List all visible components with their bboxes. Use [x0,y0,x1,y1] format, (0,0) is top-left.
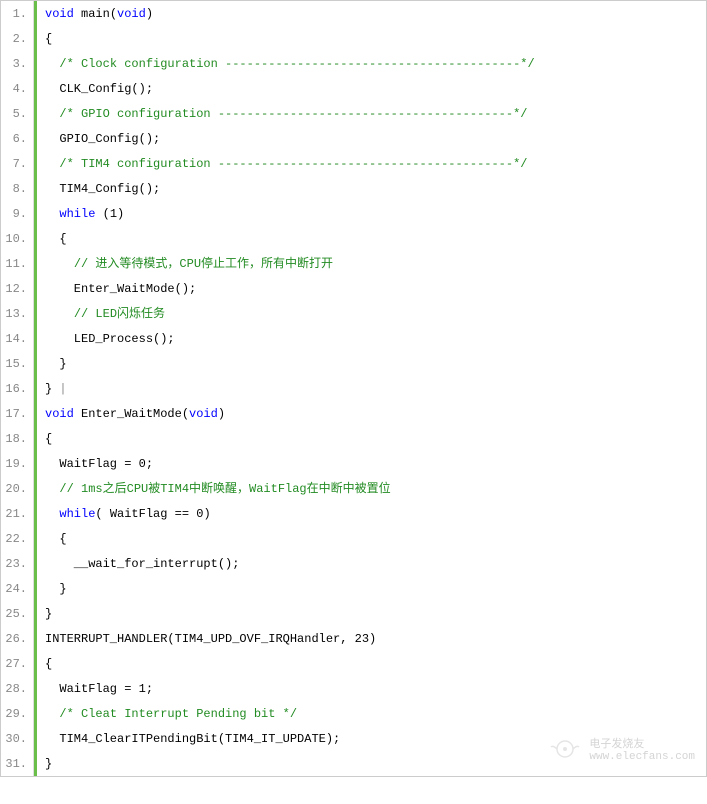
code-line: } [34,351,706,376]
code-line: } [34,576,706,601]
line-number: 12. [1,276,33,301]
code-line: TIM4_Config(); [34,176,706,201]
line-number: 3. [1,51,33,76]
line-number: 2. [1,26,33,51]
code-content: void main(void){ /* Clock configuration … [34,1,706,776]
code-line: while (1) [34,201,706,226]
line-number: 23. [1,551,33,576]
code-line: while( WaitFlag == 0) [34,501,706,526]
code-line: LED_Process(); [34,326,706,351]
line-number: 9. [1,201,33,226]
code-line: } [34,601,706,626]
line-number: 10. [1,226,33,251]
code-line: /* TIM4 configuration ------------------… [34,151,706,176]
line-number: 15. [1,351,33,376]
line-number: 17. [1,401,33,426]
line-number: 28. [1,676,33,701]
watermark-url: www.elecfans.com [589,751,695,763]
code-line: /* Clock configuration -----------------… [34,51,706,76]
watermark: 电子发烧友 www.elecfans.com [549,735,695,763]
line-number: 13. [1,301,33,326]
line-number: 5. [1,101,33,126]
line-number: 30. [1,726,33,751]
line-number: 6. [1,126,33,151]
line-number: 8. [1,176,33,201]
code-line: CLK_Config(); [34,76,706,101]
code-line: // 进入等待模式，CPU停止工作，所有中断打开 [34,251,706,276]
code-line: INTERRUPT_HANDLER(TIM4_UPD_OVF_IRQHandle… [34,626,706,651]
code-line: // 1ms之后CPU被TIM4中断唤醒，WaitFlag在中断中被置位 [34,476,706,501]
line-number: 29. [1,701,33,726]
code-line: void Enter_WaitMode(void) [34,401,706,426]
line-numbers-gutter: 1.2.3.4.5.6.7.8.9.10.11.12.13.14.15.16.1… [1,1,34,776]
code-line: WaitFlag = 1; [34,676,706,701]
line-number: 14. [1,326,33,351]
code-line: // LED闪烁任务 [34,301,706,326]
watermark-brand: 电子发烧友 [589,735,695,751]
code-line: { [34,651,706,676]
line-number: 1. [1,1,33,26]
logo-icon [549,737,581,761]
code-line: void main(void) [34,1,706,26]
code-block-wrapper: 1.2.3.4.5.6.7.8.9.10.11.12.13.14.15.16.1… [0,0,707,777]
line-number: 21. [1,501,33,526]
line-number: 11. [1,251,33,276]
line-number: 20. [1,476,33,501]
code-line: Enter_WaitMode(); [34,276,706,301]
code-container: 1.2.3.4.5.6.7.8.9.10.11.12.13.14.15.16.1… [0,0,707,777]
line-number: 19. [1,451,33,476]
line-number: 25. [1,601,33,626]
line-number: 4. [1,76,33,101]
line-number: 16. [1,376,33,401]
code-line: /* Cleat Interrupt Pending bit */ [34,701,706,726]
code-line: GPIO_Config(); [34,126,706,151]
code-line: { [34,226,706,251]
line-number: 27. [1,651,33,676]
line-number: 7. [1,151,33,176]
line-number: 26. [1,626,33,651]
watermark-text-block: 电子发烧友 www.elecfans.com [589,735,695,763]
code-line: { [34,526,706,551]
line-number: 18. [1,426,33,451]
watermark-logo [549,737,581,761]
line-number: 24. [1,576,33,601]
code-line: { [34,26,706,51]
code-line: /* GPIO configuration ------------------… [34,101,706,126]
line-number: 22. [1,526,33,551]
code-line: { [34,426,706,451]
code-line: WaitFlag = 0; [34,451,706,476]
code-line: __wait_for_interrupt(); [34,551,706,576]
line-number: 31. [1,751,33,776]
code-line: } | [34,376,706,401]
